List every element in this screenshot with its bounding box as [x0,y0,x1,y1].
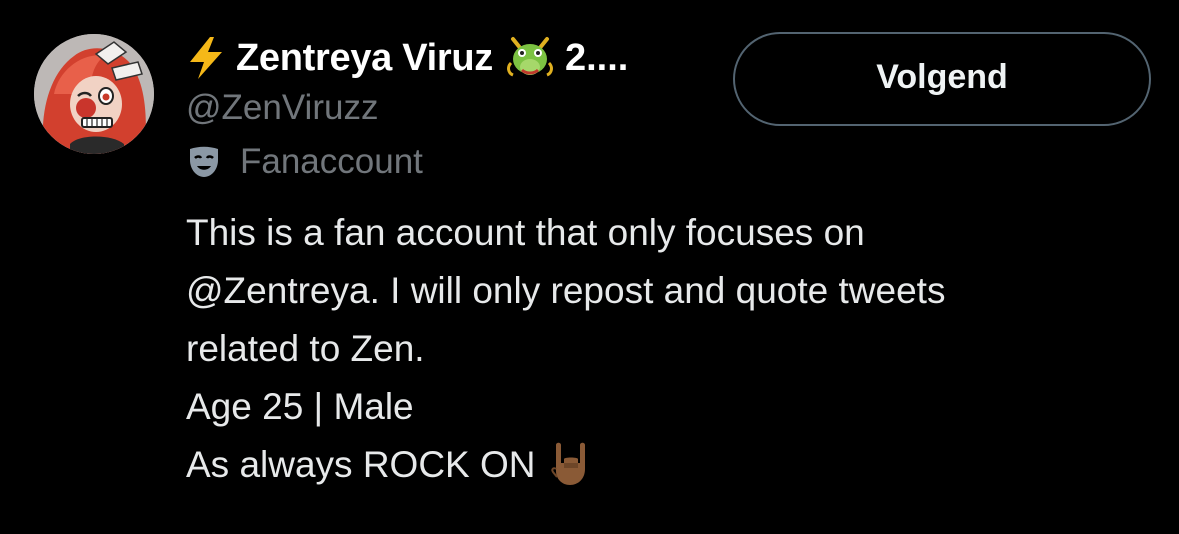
bio-line: related to Zen. [186,328,425,369]
bio-line: This is a fan account that only focuses … [186,212,865,253]
profile-card: Zentreya Viruz 2.... @ZenViruzz Fanaccou… [0,0,1179,534]
bio-line: @Zentreya. I will only repost and quote … [186,262,1146,320]
bio-text: As always ROCK ON [186,444,536,485]
name-row: Zentreya Viruz 2.... [186,30,628,86]
bio-text: . I will only repost and quote tweets [369,270,946,311]
display-name-truncated-suffix: 2.... [564,36,629,79]
dragon-face-icon [505,33,555,83]
sign-of-the-horns-icon [548,439,592,487]
profile-category: Fanaccount [186,138,423,186]
bio-line: Age 25 | Male [186,386,414,427]
avatar[interactable] [34,34,154,154]
bio-line: As always ROCK ON [186,436,1146,494]
following-button[interactable]: Volgend [733,32,1151,126]
avatar-image [34,34,154,154]
display-name[interactable]: Zentreya Viruz [236,37,493,80]
user-handle: @ZenViruzz [186,88,379,127]
profile-bio: This is a fan account that only focuses … [186,204,1146,494]
high-voltage-icon [186,36,226,80]
performing-arts-icon [186,144,222,180]
category-label: Fanaccount [240,142,423,181]
mention-link[interactable]: @Zentreya [186,270,370,311]
